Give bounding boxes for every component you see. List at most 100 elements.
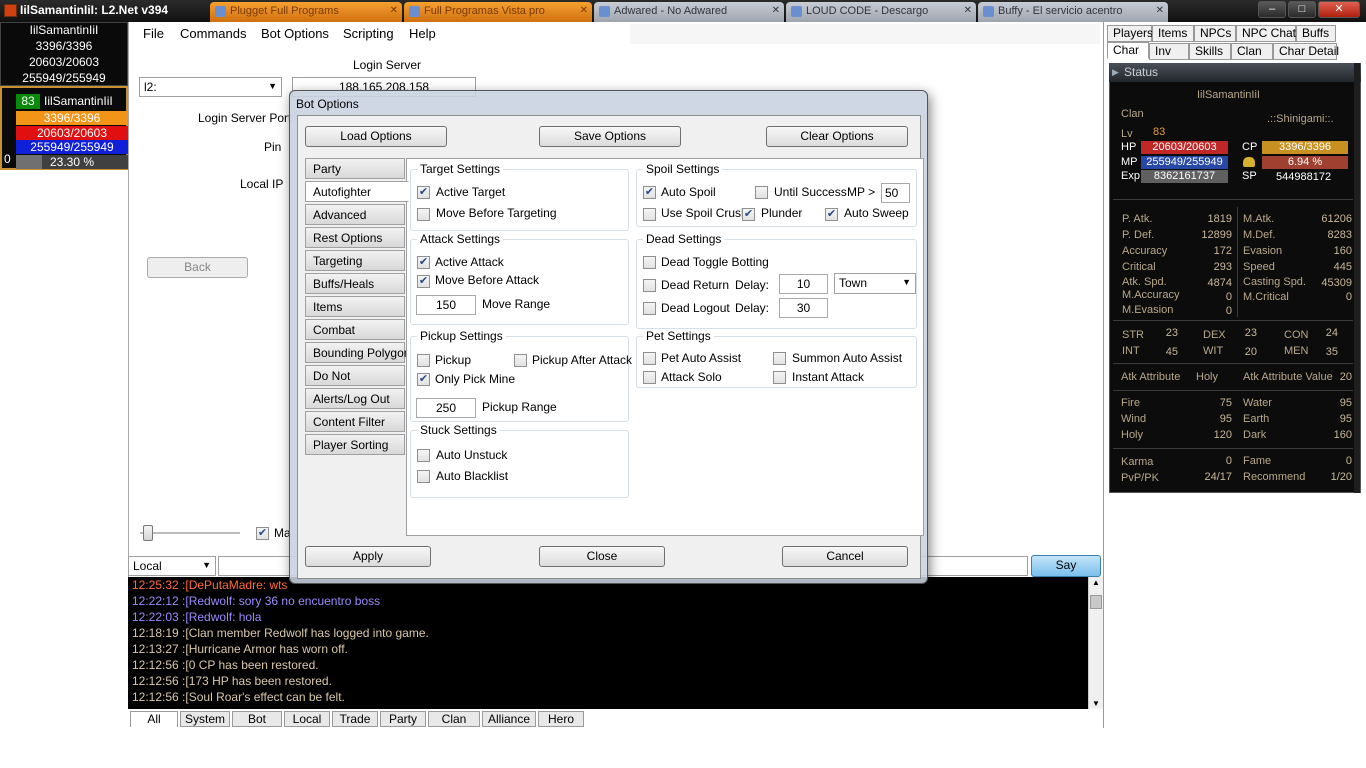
summon-auto-assist-checkbox[interactable] [773,352,786,365]
nav-items[interactable]: Items [305,296,405,317]
return-target-select[interactable]: Town ▼ [834,273,916,294]
dead-logout-checkbox[interactable] [643,302,656,315]
pickup-range-input[interactable]: 250 [416,398,476,418]
menu-bot-options[interactable]: Bot Options [261,26,329,41]
tab-items[interactable]: Items [1152,25,1194,42]
save-options-button[interactable]: Save Options [539,126,681,147]
auto-blacklist-checkbox[interactable] [417,470,430,483]
cancel-button[interactable]: Cancel [782,546,908,567]
status-scrollbar[interactable] [1354,63,1360,493]
pet-auto-assist-checkbox[interactable] [643,352,656,365]
chat-tab-all[interactable]: All [130,711,178,727]
nav-player-sorting[interactable]: Player Sorting [305,434,405,455]
nav-alerts-logout[interactable]: Alerts/Log Out [305,388,405,409]
active-attack-checkbox[interactable] [417,256,430,269]
close-tab-icon[interactable]: ✕ [1156,5,1164,16]
clear-options-button[interactable]: Clear Options [766,126,908,147]
nav-targeting[interactable]: Targeting [305,250,405,271]
tab-skills[interactable]: Skills [1189,43,1231,60]
close-tab-icon[interactable]: ✕ [580,5,588,16]
plunder-checkbox[interactable] [742,208,755,221]
taskbar-tab[interactable]: Full Programas Vista pro ✕ [404,2,592,22]
scroll-up-icon[interactable]: ▲ [1092,578,1100,587]
chat-tab-system[interactable]: System [180,711,230,727]
tab-npcs[interactable]: NPCs [1194,25,1236,42]
slider-thumb[interactable] [143,525,153,541]
attack-solo-checkbox[interactable] [643,371,656,384]
say-button[interactable]: Say [1031,555,1101,577]
apply-button[interactable]: Apply [305,546,431,567]
menu-help[interactable]: Help [409,26,436,41]
nav-buffs-heals[interactable]: Buffs/Heals [305,273,405,294]
collapse-arrow-icon[interactable]: ▶ [1112,63,1119,82]
tab-npc-chat[interactable]: NPC Chat [1236,25,1296,42]
instant-attack-checkbox[interactable] [773,371,786,384]
taskbar-tab[interactable]: Buffy - El servicio acentro ✕ [978,2,1168,22]
close-dialog-button[interactable]: Close [539,546,665,567]
taskbar-tab[interactable]: Plugget Full Programs ✕ [210,2,402,22]
lv-label: Lv [1121,128,1133,140]
auto-spoil-checkbox[interactable] [643,186,656,199]
ma-checkbox[interactable] [256,527,269,540]
tab-clan[interactable]: Clan [1231,43,1273,60]
nav-autofighter[interactable]: Autofighter [305,181,409,202]
mp-threshold-input[interactable]: 50 [881,183,910,203]
nav-rest-options[interactable]: Rest Options [305,227,405,248]
character-summary[interactable]: IilSamantinIiI 3396/3396 20603/20603 255… [0,22,128,86]
taskbar-tab[interactable]: Adwared - No Adwared ✕ [594,2,784,22]
menu-commands[interactable]: Commands [180,26,246,41]
nav-advanced[interactable]: Advanced [305,204,405,225]
load-options-button[interactable]: Load Options [305,126,447,147]
maximize-button[interactable]: □ [1288,1,1316,18]
tab-inv[interactable]: Inv [1149,43,1189,60]
tab-buffs[interactable]: Buffs [1296,25,1336,42]
pickup-checkbox[interactable] [417,354,430,367]
use-spoil-crush-checkbox[interactable] [643,208,656,221]
auto-unstuck-checkbox[interactable] [417,449,430,462]
menu-file[interactable]: File [143,26,164,41]
auto-sweep-checkbox[interactable] [825,208,838,221]
close-tab-icon[interactable]: ✕ [390,5,398,16]
only-pick-mine-checkbox[interactable] [417,373,430,386]
chat-tab-alliance[interactable]: Alliance [482,711,536,727]
move-range-input[interactable]: 150 [416,295,476,315]
logout-delay-input[interactable]: 30 [779,298,828,318]
chat-tab-party[interactable]: Party [380,711,426,727]
slider-track[interactable] [140,532,240,534]
close-button[interactable]: ✕ [1318,1,1360,18]
nav-do-not[interactable]: Do Not [305,365,405,386]
chat-tab-hero[interactable]: Hero [538,711,584,727]
chat-log[interactable]: 12:25:32 :[DePutaMadre: wts 12:22:12 :[R… [128,577,1088,709]
scroll-thumb[interactable] [1090,595,1102,609]
until-success-checkbox[interactable] [755,186,768,199]
chat-scrollbar[interactable]: ▲ ▼ [1088,577,1103,709]
scroll-down-icon[interactable]: ▼ [1092,699,1100,708]
chat-tab-bot[interactable]: Bot [232,711,282,727]
tab-char[interactable]: Char [1107,42,1149,59]
nav-content-filter[interactable]: Content Filter [305,411,405,432]
taskbar-tab[interactable]: LOUD CODE - Descargo ✕ [786,2,976,22]
chat-tab-trade[interactable]: Trade [332,711,378,727]
active-target-checkbox[interactable] [417,186,430,199]
nav-party[interactable]: Party [305,158,405,179]
close-tab-icon[interactable]: ✕ [964,5,972,16]
tab-char-detail[interactable]: Char Detail [1273,43,1339,60]
chat-channel-select[interactable]: Local ▼ [128,556,216,576]
minimize-button[interactable]: – [1258,1,1286,18]
chat-tab-local[interactable]: Local [284,711,330,727]
dead-return-checkbox[interactable] [643,279,656,292]
tab-players[interactable]: Players [1107,25,1153,42]
party-member-panel[interactable]: 83 IilSamantinIiI 3396/3396 20603/20603 … [0,86,128,170]
dead-toggle-botting-checkbox[interactable] [643,256,656,269]
nav-bounding-polygon[interactable]: Bounding Polygon [305,342,410,363]
return-delay-input[interactable]: 10 [779,274,828,294]
back-button[interactable]: Back [147,257,248,278]
chat-tab-clan[interactable]: Clan [428,711,480,727]
move-before-attack-checkbox[interactable] [417,275,430,288]
nav-combat[interactable]: Combat [305,319,405,340]
server-select[interactable]: l2: ▼ [139,77,282,97]
pickup-after-attack-checkbox[interactable] [514,354,527,367]
move-before-targeting-checkbox[interactable] [417,208,430,221]
close-tab-icon[interactable]: ✕ [772,5,780,16]
menu-scripting[interactable]: Scripting [343,26,394,41]
